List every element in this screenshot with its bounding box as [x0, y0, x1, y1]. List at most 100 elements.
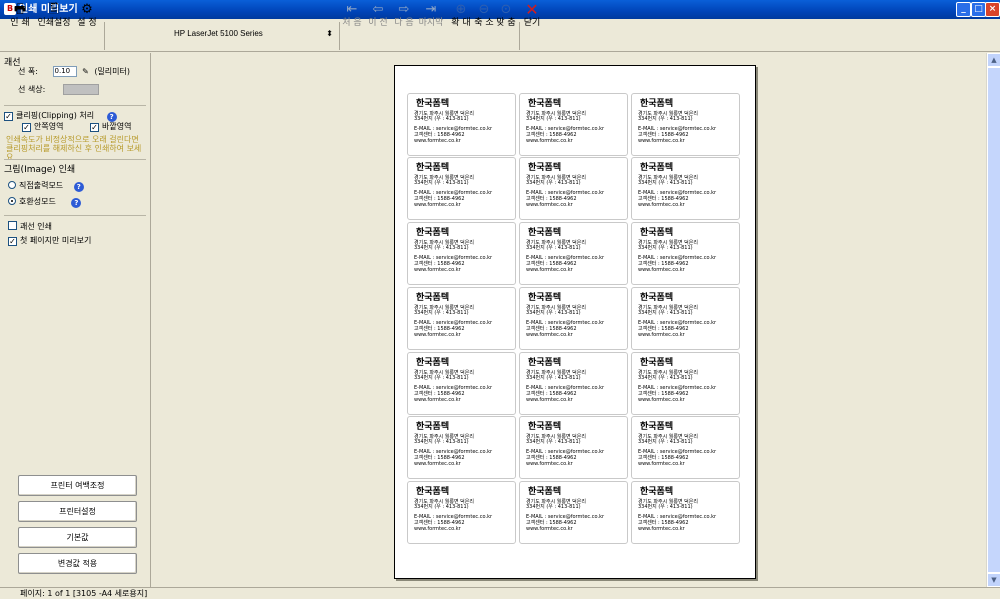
label-card: 한국폼텍 경기도 파주시 월롱면 덕은리 334번지 (우 : 413-811) E-… — [519, 416, 628, 479]
compat-mode-radio[interactable]: 호환성모드 ? — [8, 196, 82, 208]
card-company: 한국폼텍 — [528, 99, 562, 109]
apply-changes-button[interactable]: 변경값 적용 — [18, 553, 137, 574]
card-zip: 334번지 (우 : 413-811) — [414, 116, 469, 122]
card-company: 한국폼텍 — [416, 293, 450, 303]
card-zip: 334번지 (우 : 413-811) — [638, 504, 693, 510]
card-web: www.formtec.co.kr — [414, 332, 461, 338]
checkbox-checked-icon: ✓ — [8, 237, 17, 246]
label-card: 한국폼텍 경기도 파주시 월롱면 덕은리 334번지 (우 : 413-811) E-… — [631, 93, 740, 156]
help-icon[interactable]: ? — [71, 198, 82, 208]
line-width-unit: (밀리미터) — [94, 67, 130, 76]
card-web: www.formtec.co.kr — [638, 138, 685, 144]
card-company: 한국폼텍 — [528, 293, 562, 303]
card-company: 한국폼텍 — [640, 228, 674, 238]
line-color-swatch[interactable] — [62, 84, 99, 95]
scroll-thumb[interactable] — [987, 67, 1000, 573]
first-page-icon: ⇤ — [346, 2, 358, 17]
outside-area-checkbox[interactable]: ✓ 바깥영역 — [90, 121, 131, 132]
label-card: 한국폼텍 경기도 파주시 월롱면 덕은리 334번지 (우 : 413-811) E-… — [631, 481, 740, 544]
arrow-right-icon: ⇨ — [398, 2, 410, 17]
scroll-up-icon[interactable]: ▲ — [987, 53, 1000, 67]
card-zip: 334번지 (우 : 413-811) — [414, 180, 469, 186]
label-card: 한국폼텍 경기도 파주시 월롱면 덕은리 334번지 (우 : 413-811) E-… — [631, 287, 740, 350]
first-page-only-checkbox[interactable]: ✓ 첫 페이지만 미리보기 — [8, 235, 91, 246]
card-web: www.formtec.co.kr — [638, 202, 685, 208]
label-card: 한국폼텍 경기도 파주시 월롱면 덕은리 334번지 (우 : 413-811) E-… — [631, 222, 740, 285]
card-company: 한국폼텍 — [640, 422, 674, 432]
minimize-button[interactable]: _ — [956, 2, 971, 17]
line-color-row: 선 색상: — [18, 84, 99, 95]
label-card: 한국폼텍 경기도 파주시 월롱면 덕은리 334번지 (우 : 413-811) E-… — [631, 157, 740, 220]
label-card: 한국폼텍 경기도 파주시 월롱면 덕은리 334번지 (우 : 413-811) E-… — [631, 352, 740, 415]
label-card: 한국폼텍 경기도 파주시 월롱면 덕은리 334번지 (우 : 413-811) E-… — [519, 157, 628, 220]
card-web: www.formtec.co.kr — [638, 461, 685, 467]
zoom-out-icon: ⊖ — [478, 2, 490, 17]
zoom-out-button[interactable]: ⊖ 축 소 — [473, 2, 495, 32]
card-zip: 334번지 (우 : 413-811) — [638, 116, 693, 122]
help-icon[interactable]: ? — [73, 182, 84, 192]
divider — [4, 215, 146, 216]
image-section-title: 그림(Image) 인쇄 — [4, 165, 76, 175]
card-web: www.formtec.co.kr — [638, 332, 685, 338]
line-color-label: 선 색상: — [18, 85, 46, 94]
card-web: www.formtec.co.kr — [526, 526, 573, 532]
card-web: www.formtec.co.kr — [526, 332, 573, 338]
default-values-button[interactable]: 기본값 — [18, 527, 137, 548]
label-card: 한국폼텍 경기도 파주시 월롱면 덕은리 334번지 (우 : 413-811) E-… — [519, 93, 628, 156]
card-company: 한국폼텍 — [416, 422, 450, 432]
card-zip: 334번지 (우 : 413-811) — [526, 439, 581, 445]
fit-button[interactable]: ⊙ 맞 춤 — [495, 2, 517, 32]
label-card: 한국폼텍 경기도 파주시 월롱면 덕은리 334번지 (우 : 413-811) E-… — [407, 416, 516, 479]
card-web: www.formtec.co.kr — [414, 138, 461, 144]
label-card: 한국폼텍 경기도 파주시 월롱면 덕은리 334번지 (우 : 413-811) E-… — [519, 222, 628, 285]
close-window-button[interactable]: × — [985, 2, 1000, 17]
card-web: www.formtec.co.kr — [526, 138, 573, 144]
printer-icon: 🖶 — [13, 2, 27, 17]
card-web: www.formtec.co.kr — [638, 267, 685, 273]
printer-margin-button[interactable]: 프린터 여백조정 — [18, 475, 137, 496]
zoom-in-button[interactable]: ⊕ 확 대 — [450, 2, 472, 32]
card-zip: 334번지 (우 : 413-811) — [414, 439, 469, 445]
card-web: www.formtec.co.kr — [414, 397, 461, 403]
first-page-button[interactable]: ⇤ 처 음 — [341, 2, 363, 32]
card-company: 한국폼텍 — [528, 228, 562, 238]
printer-settings-button[interactable]: 프린터설정 — [18, 501, 137, 522]
inside-area-checkbox[interactable]: ✓ 안쪽영역 — [22, 121, 63, 132]
card-web: www.formtec.co.kr — [414, 461, 461, 467]
arrow-left-icon: ⇦ — [372, 2, 384, 17]
card-web: www.formtec.co.kr — [414, 267, 461, 273]
next-page-button[interactable]: ⇨ 다 음 — [393, 2, 415, 32]
checkbox-checked-icon: ✓ — [90, 123, 99, 132]
scroll-down-icon[interactable]: ▼ — [987, 573, 1000, 587]
preview-page: 한국폼텍 경기도 파주시 월롱면 덕은리 334번지 (우 : 413-811) E-… — [394, 65, 756, 579]
line-width-input[interactable]: 0.10 — [52, 66, 77, 77]
close-preview-button[interactable]: ✕ 닫기 — [522, 2, 542, 32]
print-button[interactable]: 🖶 인 쇄 — [8, 2, 32, 32]
last-page-button[interactable]: ⇥ 마지막 — [418, 2, 444, 32]
pen-icon: ✎ — [82, 67, 89, 76]
card-company: 한국폼텍 — [640, 293, 674, 303]
last-page-icon: ⇥ — [425, 2, 437, 17]
prev-page-button[interactable]: ⇦ 이 전 — [367, 2, 389, 32]
settings-button[interactable]: ⚙ 설 정 — [75, 2, 99, 32]
checkbox-checked-icon: ✓ — [22, 123, 31, 132]
checkbox-icon — [8, 221, 17, 230]
maximize-button[interactable]: □ — [971, 2, 986, 17]
label-card: 한국폼텍 경기도 파주시 월롱면 덕은리 334번지 (우 : 413-811) E-… — [519, 287, 628, 350]
status-bar: 페이지: 1 of 1 [3105 -A4 세로용지] — [0, 587, 1000, 599]
grid-print-checkbox[interactable]: 괘선 인쇄 — [8, 221, 52, 232]
printer-select[interactable]: HP LaserJet 5100 Series ⬍ — [107, 23, 337, 45]
vertical-scrollbar[interactable]: ▲ ▼ — [986, 53, 1000, 587]
card-company: 한국폼텍 — [416, 487, 450, 497]
print-settings-button[interactable]: 🖺 인쇄설정 — [37, 2, 71, 32]
card-web: www.formtec.co.kr — [526, 461, 573, 467]
toolbar-separator — [519, 22, 520, 50]
card-zip: 334번지 (우 : 413-811) — [638, 310, 693, 316]
card-zip: 334번지 (우 : 413-811) — [638, 180, 693, 186]
direct-mode-radio[interactable]: 직접출력모드 ? — [8, 180, 84, 192]
label-card: 한국폼텍 경기도 파주시 월롱면 덕은리 334번지 (우 : 413-811) E-… — [407, 481, 516, 544]
card-zip: 334번지 (우 : 413-811) — [638, 439, 693, 445]
card-company: 한국폼텍 — [528, 487, 562, 497]
card-company: 한국폼텍 — [640, 99, 674, 109]
divider — [4, 105, 146, 106]
